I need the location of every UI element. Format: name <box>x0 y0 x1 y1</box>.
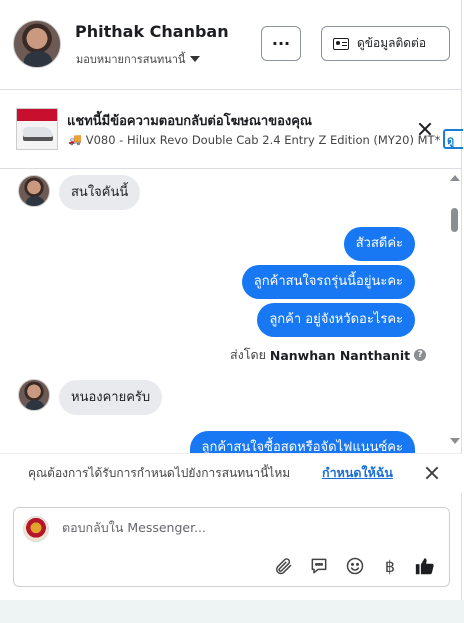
contact-avatar-small <box>18 379 50 411</box>
close-icon[interactable] <box>416 120 434 138</box>
more-options-button[interactable]: ··· <box>261 26 301 61</box>
reply-input[interactable] <box>62 520 432 535</box>
ad-thumbnail[interactable] <box>16 108 58 150</box>
assign-label: มอบหมายการสนทนานี้ <box>76 53 186 66</box>
page-avatar <box>23 516 49 542</box>
view-ad-button[interactable]: ดู <box>443 129 463 149</box>
thumbs-up-icon[interactable] <box>414 555 436 577</box>
paperclip-icon[interactable] <box>272 555 294 577</box>
ad-banner-subtitle: 🚚 V080 - Hilux Revo Double Cab 2.4 Entry… <box>68 133 440 147</box>
conversation-panel: Phithak Chanban มอบหมายการสนทนานี้ ··· ด… <box>0 0 463 600</box>
message-bubble-outgoing: สัวสดีค่ะ <box>343 227 415 261</box>
assign-suggestion-text: คุณต้องการได้รับการกำหนดไปยังการสนทนานี้… <box>28 466 291 480</box>
contact-avatar[interactable] <box>13 20 61 68</box>
view-contact-info-button[interactable]: ดูข้อมูลติดต่อ <box>321 26 450 61</box>
ad-name: V080 - Hilux Revo Double Cab 2.4 Entry Z… <box>85 133 440 147</box>
contact-name[interactable]: Phithak Chanban <box>75 22 229 41</box>
view-contact-info-label: ดูข้อมูลติดต่อ <box>357 36 427 50</box>
truck-icon: 🚚 <box>68 133 82 146</box>
info-icon[interactable]: ? <box>414 349 427 361</box>
sender-name: Nanwhan Nanthanit <box>269 347 411 363</box>
reply-composer: ฿ <box>13 507 450 587</box>
message-bubble-incoming: สนใจคันนี้ <box>59 175 141 210</box>
assign-to-me-link[interactable]: กำหนดให้ฉัน <box>322 463 393 483</box>
message-bubble-incoming: หนองคายครับ <box>59 380 163 415</box>
smiley-icon[interactable] <box>344 555 366 577</box>
assign-conversation-dropdown[interactable]: มอบหมายการสนทนานี้ <box>76 50 201 68</box>
chat-bubble-icon[interactable] <box>308 555 330 577</box>
message-bubble-outgoing: ลูกค้าสนใจรถรุ่นนี้อยู่นะคะ <box>241 265 415 299</box>
caret-down-icon <box>190 56 201 62</box>
ad-reply-banner: แชทนี้มีข้อความตอบกลับต่อโฆษณาของคุณ 🚚 V… <box>0 90 462 169</box>
contact-card-icon <box>333 37 349 50</box>
scrollbar-thumb[interactable] <box>451 208 458 232</box>
assign-suggestion-bar: คุณต้องการได้รับการกำหนดไปยังการสนทนานี้… <box>0 453 462 493</box>
scroll-down-arrow-icon[interactable] <box>450 438 460 444</box>
sent-by-prefix: ส่งโดย <box>230 347 266 362</box>
ad-banner-title: แชทนี้มีข้อความตอบกลับต่อโฆษณาของคุณ <box>67 114 312 129</box>
sent-by-label: ส่งโดย Nanwhan Nanthanit ? <box>230 345 427 365</box>
conversation-header: Phithak Chanban มอบหมายการสนทนานี้ ··· ด… <box>0 0 462 90</box>
scroll-up-arrow-icon[interactable] <box>450 175 460 181</box>
message-bubble-outgoing: ลูกค้า อยู่จังหวัดอะไรคะ <box>257 303 415 337</box>
close-icon[interactable] <box>424 465 440 481</box>
contact-avatar-small <box>18 175 50 207</box>
page-footer-strip <box>0 600 464 623</box>
baht-icon[interactable]: ฿ <box>379 555 401 577</box>
message-bubble-outgoing: ลูกค้าสนใจซื้อสดหรือจัดไฟแนนซ์คะ <box>189 431 415 453</box>
